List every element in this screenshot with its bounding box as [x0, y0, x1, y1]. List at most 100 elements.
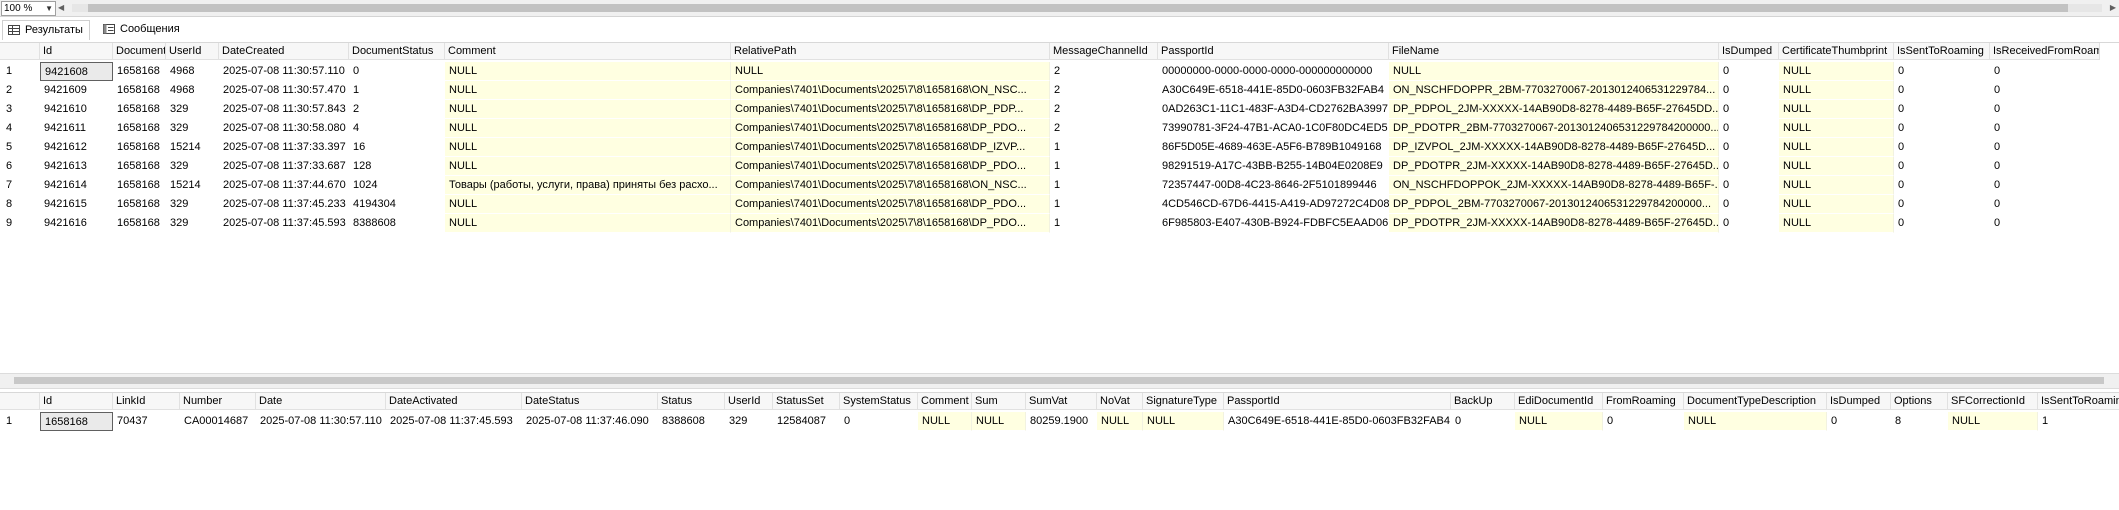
table-cell[interactable]: 8388608 [658, 412, 725, 431]
table-cell[interactable]: A30C649E-6518-441E-85D0-0603FB32FAB4 [1224, 412, 1451, 431]
table-row[interactable]: 9 9421616 1658168 329 2025-07-08 11:37:45.59… [0, 214, 2119, 233]
table-cell[interactable]: 0 [1451, 412, 1515, 431]
table-cell[interactable]: NULL [1684, 412, 1827, 431]
scroll-thumb[interactable] [14, 377, 2104, 384]
table-cell[interactable]: 0 [1894, 195, 1990, 214]
table-cell[interactable]: 0 [1719, 195, 1779, 214]
table-cell[interactable]: 1 [1050, 176, 1158, 195]
table-cell[interactable]: 0 [1990, 138, 2100, 157]
column-header[interactable]: IsDumped [1827, 393, 1891, 410]
table-cell[interactable]: 1658168 [40, 412, 113, 431]
zoom-select[interactable]: 100 % ▼ [1, 1, 56, 16]
column-header[interactable]: DocumentId [113, 43, 166, 60]
table-cell[interactable]: NULL [1779, 214, 1894, 233]
table-cell[interactable]: 1 [1050, 157, 1158, 176]
table-cell[interactable]: 9421608 [40, 62, 113, 81]
table-cell[interactable]: NULL [1389, 62, 1719, 81]
table-cell[interactable]: NULL [445, 100, 731, 119]
table-cell[interactable]: 15214 [166, 176, 219, 195]
table-cell[interactable]: 0 [1990, 195, 2100, 214]
table-cell[interactable]: Companies\7401\Documents\2025\7\8\165816… [731, 176, 1050, 195]
column-header[interactable]: SystemStatus [840, 393, 918, 410]
table-row[interactable]: 7 9421614 1658168 15214 2025-07-08 11:37:44.… [0, 176, 2119, 195]
table-cell[interactable]: NULL [1779, 81, 1894, 100]
table-cell[interactable]: 2025-07-08 11:30:57.110 [219, 62, 349, 81]
table-cell[interactable]: 4194304 [349, 195, 445, 214]
table-cell[interactable]: NULL [1779, 138, 1894, 157]
table-cell[interactable]: 329 [725, 412, 773, 431]
table-cell[interactable]: 2025-07-08 11:37:45.233 [219, 195, 349, 214]
column-header[interactable]: EdiDocumentId [1515, 393, 1603, 410]
table-cell[interactable]: 9421614 [40, 176, 113, 195]
column-header[interactable]: PassportId [1158, 43, 1389, 60]
table-cell[interactable]: 0 [1719, 176, 1779, 195]
table-cell[interactable]: NULL [731, 62, 1050, 81]
table-cell[interactable]: Companies\7401\Documents\2025\7\8\165816… [731, 157, 1050, 176]
column-header[interactable]: Status [658, 393, 725, 410]
table-cell[interactable]: DP_PDPOL_2JM-XXXXX-14AB90D8-8278-4489-B6… [1389, 100, 1719, 119]
table-cell[interactable]: 0 [1719, 138, 1779, 157]
table-cell[interactable]: 1 [349, 81, 445, 100]
table-cell[interactable]: 86F5D05E-4689-463E-A5F6-B789B1049168 [1158, 138, 1389, 157]
table-cell[interactable]: 0 [1719, 100, 1779, 119]
table-cell[interactable]: 128 [349, 157, 445, 176]
column-header[interactable]: FileName [1389, 43, 1719, 60]
table-cell[interactable]: NULL [445, 195, 731, 214]
table-cell[interactable]: 8388608 [349, 214, 445, 233]
table-cell[interactable]: 1 [1050, 195, 1158, 214]
column-header[interactable]: IsReceivedFromRoami [1990, 43, 2100, 60]
table-cell[interactable]: 2025-07-08 11:37:33.397 [219, 138, 349, 157]
table-cell[interactable]: NULL [1779, 62, 1894, 81]
table-cell[interactable]: NULL [1779, 176, 1894, 195]
table-row[interactable]: 3 9421610 1658168 329 2025-07-08 11:30:57.84… [0, 100, 2119, 119]
column-header[interactable]: SignatureType [1143, 393, 1224, 410]
column-header[interactable]: DateStatus [522, 393, 658, 410]
column-header[interactable]: IsDumped [1719, 43, 1779, 60]
table-cell[interactable]: 72357447-00D8-4C23-8646-2F5101899446 [1158, 176, 1389, 195]
table-cell[interactable]: Companies\7401\Documents\2025\7\8\165816… [731, 100, 1050, 119]
column-header[interactable]: Options [1891, 393, 1948, 410]
table-cell[interactable]: ON_NSCHFDOPPR_2BM-7703270067-20130124065… [1389, 81, 1719, 100]
table-cell[interactable]: 98291519-A17C-43BB-B255-14B04E0208E9 [1158, 157, 1389, 176]
table-cell[interactable]: 2025-07-08 11:37:44.670 [219, 176, 349, 195]
column-header[interactable]: RelativePath [731, 43, 1050, 60]
table-row[interactable]: 8 9421615 1658168 329 2025-07-08 11:37:45.23… [0, 195, 2119, 214]
column-header[interactable]: PassportId [1224, 393, 1451, 410]
table-cell[interactable]: NULL [1779, 100, 1894, 119]
results-grid-2[interactable]: Id LinkId Number Date DateActivated DateStatu… [0, 392, 2119, 510]
table-cell[interactable]: DP_PDPOL_2BM-7703270067-2013012406531229… [1389, 195, 1719, 214]
table-cell[interactable]: 0 [1990, 62, 2100, 81]
table-cell[interactable]: 1658168 [113, 62, 166, 81]
table-cell[interactable]: 9421616 [40, 214, 113, 233]
table-cell[interactable]: 12584087 [773, 412, 840, 431]
table-cell[interactable]: 0 [1719, 81, 1779, 100]
table-cell[interactable]: NULL [445, 214, 731, 233]
tab-results[interactable]: Результаты [2, 20, 90, 40]
table-cell[interactable]: 0 [1990, 157, 2100, 176]
column-header[interactable]: IsSentToRoaming [2038, 393, 2119, 410]
table-cell[interactable]: 9421611 [40, 119, 113, 138]
table-cell[interactable]: 8 [1891, 412, 1948, 431]
table-cell[interactable]: 0 [1894, 214, 1990, 233]
table-cell[interactable]: NULL [445, 62, 731, 81]
table-cell[interactable]: 15214 [166, 138, 219, 157]
table-cell[interactable]: 80259.1900 [1026, 412, 1097, 431]
table-cell[interactable]: 9421613 [40, 157, 113, 176]
table-cell[interactable]: 0 [1894, 119, 1990, 138]
table-cell[interactable]: 1 [2038, 412, 2119, 431]
table-cell[interactable]: CA00014687 [180, 412, 256, 431]
column-header[interactable]: FromRoaming [1603, 393, 1684, 410]
table-cell[interactable]: 1658168 [113, 100, 166, 119]
table-row[interactable]: 1 9421608 1658168 4968 2025-07-08 11:30:57.1… [0, 62, 2119, 81]
table-cell[interactable]: DP_PDOTPR_2JM-XXXXX-14AB90D8-8278-4489-B… [1389, 214, 1719, 233]
table-cell[interactable]: A30C649E-6518-441E-85D0-0603FB32FAB4 [1158, 81, 1389, 100]
column-header[interactable]: Sum [972, 393, 1026, 410]
table-cell[interactable]: NULL [1515, 412, 1603, 431]
grid-corner-header[interactable] [0, 393, 40, 410]
table-cell[interactable]: 2025-07-08 11:37:33.687 [219, 157, 349, 176]
column-header[interactable]: IsSentToRoaming [1894, 43, 1990, 60]
table-cell[interactable]: 1658168 [113, 157, 166, 176]
scroll-left-icon[interactable]: ◀ [58, 2, 64, 14]
table-cell[interactable]: 2 [1050, 81, 1158, 100]
column-header[interactable]: DocumentStatus [349, 43, 445, 60]
